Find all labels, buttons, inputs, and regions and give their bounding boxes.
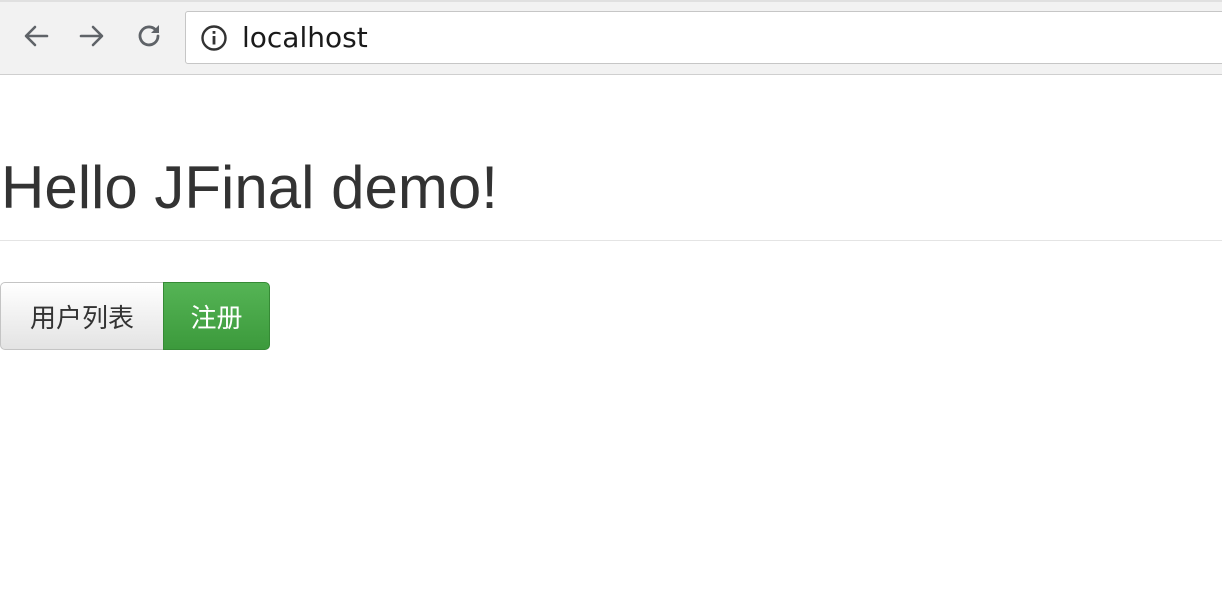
- back-button[interactable]: [16, 16, 56, 56]
- browser-toolbar: localhost: [0, 0, 1222, 75]
- tabstrip-edge: [0, 0, 1222, 2]
- register-button[interactable]: 注册: [163, 282, 270, 350]
- info-icon[interactable]: [200, 24, 228, 52]
- button-group: 用户列表 注册: [0, 282, 270, 350]
- forward-button[interactable]: [72, 16, 112, 56]
- page-header: Hello JFinal demo!: [0, 76, 1222, 241]
- arrow-right-icon: [79, 25, 104, 47]
- page-title: Hello JFinal demo!: [1, 154, 498, 221]
- page-content: Hello JFinal demo! 用户列表 注册: [0, 76, 1222, 607]
- reload-icon: [138, 25, 160, 47]
- url-text[interactable]: localhost: [242, 21, 368, 55]
- user-list-button[interactable]: 用户列表: [0, 282, 163, 350]
- arrow-left-icon: [24, 25, 49, 47]
- address-bar[interactable]: localhost: [185, 11, 1222, 64]
- reload-button[interactable]: [129, 16, 169, 56]
